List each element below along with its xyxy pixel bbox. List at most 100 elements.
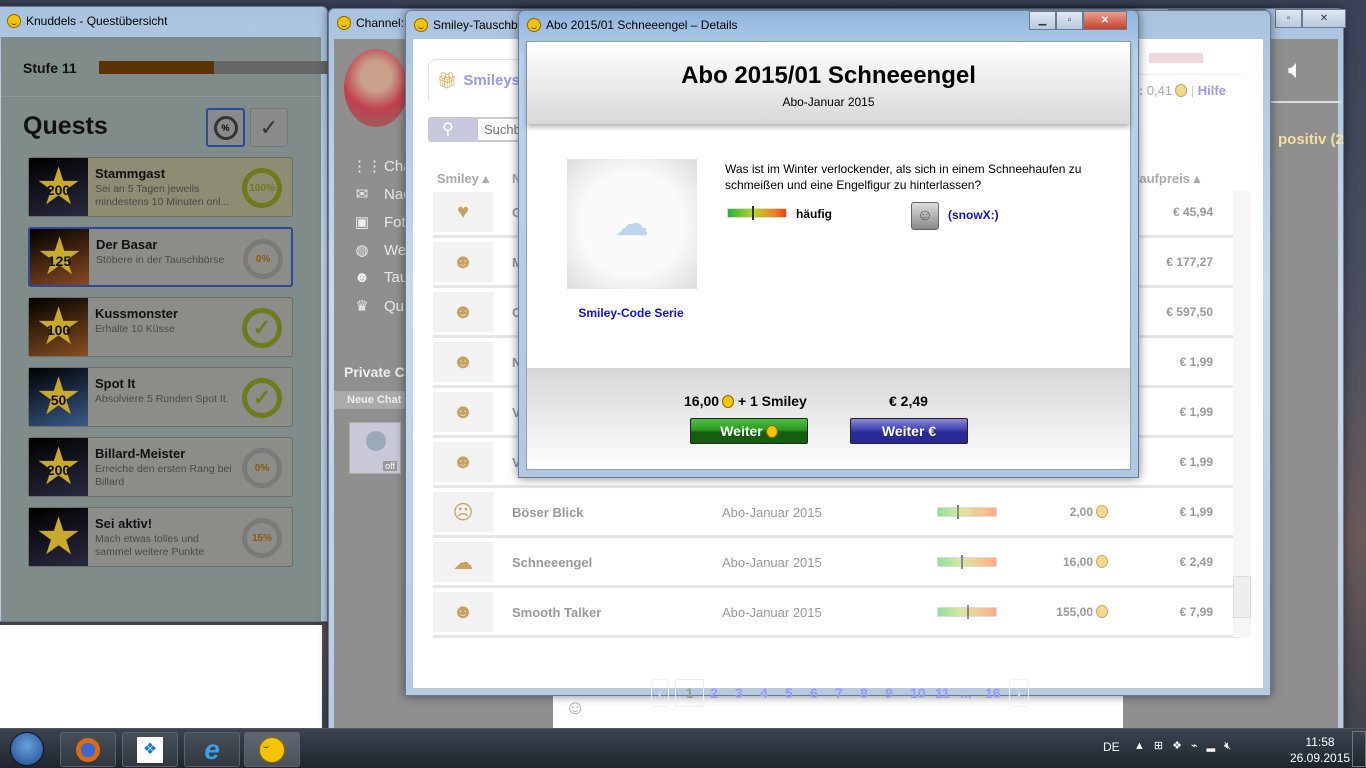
progress-ring: 0% bbox=[243, 239, 283, 279]
menu-label: Qu bbox=[384, 297, 405, 315]
volume-muted-icon[interactable]: 🔇︎ bbox=[1224, 740, 1240, 752]
column-smiley[interactable]: Smiley ▴ bbox=[437, 171, 489, 187]
minimize-button[interactable]: ▁ bbox=[1029, 11, 1056, 30]
scrollbar[interactable] bbox=[1233, 191, 1251, 637]
page-link[interactable]: 10 bbox=[910, 685, 926, 701]
windows-icon[interactable]: ⊞ bbox=[1154, 740, 1172, 752]
page-link[interactable]: 7 bbox=[835, 685, 843, 701]
smiley-picker-icon[interactable]: ☺ bbox=[565, 697, 585, 720]
taskbar-ie[interactable]: e bbox=[184, 732, 240, 767]
quest-badge: ★ 100 bbox=[29, 298, 88, 356]
power-icon[interactable]: ⌁ bbox=[1191, 740, 1207, 752]
feedback-text: positiv (2 bbox=[1278, 131, 1344, 148]
smiley-description: Was ist im Winter verlockender, als sich… bbox=[725, 162, 1082, 192]
star-icon: ★ bbox=[35, 508, 82, 566]
knuddel-coin-icon bbox=[1096, 605, 1108, 618]
quest-card[interactable]: ★ Sei aktiv! Mach etwas tolles und samme… bbox=[28, 507, 293, 567]
price-value: 16,00 bbox=[1062, 555, 1093, 569]
dropbox-tray-icon[interactable]: ❖ bbox=[1172, 740, 1191, 752]
tray-icons[interactable]: ▲⊞❖⌁▂🔇︎ bbox=[1134, 739, 1240, 753]
maximize-button[interactable]: ▫ bbox=[1056, 11, 1083, 30]
menu-item[interactable]: ✉ Nac bbox=[352, 185, 411, 204]
knuddel-coin-icon bbox=[1175, 84, 1188, 97]
page-link[interactable]: 6 bbox=[810, 685, 818, 701]
show-desktop-button[interactable] bbox=[1352, 731, 1366, 767]
new-chat-tab[interactable]: Neue Chat bbox=[334, 391, 414, 409]
knuddel-coin-icon bbox=[765, 425, 778, 438]
ie-icon: e bbox=[204, 733, 220, 765]
series-link[interactable]: Smiley-Code Serie bbox=[527, 306, 735, 320]
contact-avatar[interactable]: off bbox=[349, 422, 401, 474]
help-link[interactable]: Hilfe bbox=[1198, 83, 1226, 98]
menu-item[interactable]: ▣ Fot bbox=[352, 213, 406, 232]
show-hidden-icon[interactable]: ▲ bbox=[1134, 740, 1154, 752]
balance-display: el: 0,41 | Hilfe bbox=[1128, 83, 1226, 98]
quest-card[interactable]: ★ 125 Der Basar Stöbere in der Tauschbörs… bbox=[28, 227, 293, 287]
quest-points: 100 bbox=[46, 322, 71, 338]
quest-card[interactable]: ★ 100 Kussmonster Erhalte 10 Küsse ✓ bbox=[28, 297, 293, 357]
continue-knuddel-button[interactable]: Weiter bbox=[690, 418, 808, 444]
page-link[interactable]: 3 bbox=[735, 685, 743, 701]
quest-title: Sei aktiv! bbox=[95, 516, 153, 531]
offline-badge: off bbox=[383, 461, 397, 471]
progress-ring: 15% bbox=[242, 518, 282, 558]
clock[interactable]: 11:58 26.09.2015 bbox=[1290, 734, 1350, 766]
window-title: Knuddels - Questübersicht bbox=[26, 14, 168, 28]
taskbar-dropbox[interactable]: ❖ bbox=[122, 732, 178, 767]
table-row[interactable]: ☻ Smooth Talker Abo-Januar 2015 155,00 € … bbox=[433, 588, 1241, 638]
quest-card[interactable]: ★ 200 Stammgast Sei an 5 Tagen jeweils mi… bbox=[28, 157, 293, 217]
quest-card[interactable]: ★ 50 Spot It Absolviere 5 Runden Spot It.… bbox=[28, 367, 293, 427]
table-row[interactable]: ☹ Böser Blick Abo-Januar 2015 2,00 € 1,99 bbox=[433, 488, 1241, 538]
speaker-icon[interactable]: 🔈︎ bbox=[1288, 54, 1304, 86]
page-link[interactable]: 11 bbox=[935, 685, 950, 701]
knuddel-coin-icon bbox=[1096, 505, 1108, 518]
quest-title: Billard-Meister bbox=[95, 446, 186, 461]
continue-euro-button[interactable]: Weiter € bbox=[850, 418, 968, 444]
frequency-bar bbox=[937, 555, 997, 569]
quest-points: 50 bbox=[50, 392, 67, 408]
menu-item[interactable]: ⋮⋮ Cha bbox=[352, 157, 412, 176]
dialog-heading: Abo 2015/01 Schneeengel bbox=[681, 62, 976, 89]
page-link[interactable]: ... bbox=[960, 685, 972, 701]
blank-panel bbox=[0, 625, 322, 728]
quest-card[interactable]: ★ 200 Billard-Meister Erreiche den ersten… bbox=[28, 437, 293, 497]
purchase-price: € 2,49 bbox=[1179, 555, 1213, 569]
close-button[interactable]: ✕ bbox=[1083, 11, 1127, 30]
language-indicator[interactable]: DE bbox=[1103, 740, 1120, 754]
page-link[interactable]: 2 bbox=[710, 685, 718, 701]
page-link[interactable]: 4 bbox=[760, 685, 768, 701]
filter-progress-button[interactable]: % bbox=[206, 108, 245, 147]
check-icon: ✓ bbox=[242, 308, 282, 348]
close-button-2[interactable]: ✕ bbox=[1302, 9, 1346, 28]
start-button[interactable] bbox=[10, 732, 44, 766]
taskbar-knuddels[interactable] bbox=[244, 732, 300, 767]
filter-done-button[interactable]: ✓ bbox=[250, 108, 288, 147]
page-link[interactable]: 5 bbox=[785, 685, 793, 701]
grid-icon: ⋮⋮ bbox=[352, 158, 382, 175]
menu-item[interactable]: ☻ Tau bbox=[352, 269, 408, 286]
quest-description: Erreiche den ersten Rang bei Billard bbox=[95, 463, 232, 488]
prev-page-button[interactable]: ‹ bbox=[651, 679, 669, 707]
page-link[interactable]: 8 bbox=[860, 685, 868, 701]
page-link[interactable]: 9 bbox=[885, 685, 893, 701]
dropbox-icon: ❖ bbox=[137, 736, 163, 763]
taskbar-firefox[interactable] bbox=[60, 732, 116, 767]
maximize-button-2[interactable]: ▫ bbox=[1275, 9, 1302, 28]
table-row[interactable]: ☁ Schneeengel Abo-Januar 2015 16,00 € 2,4… bbox=[433, 538, 1241, 588]
search-icon[interactable]: ⚲ bbox=[442, 119, 454, 139]
smiley-thumbnail: ☻ bbox=[433, 442, 493, 482]
smiley-thumbnail: ☻ bbox=[433, 292, 493, 332]
smiley-category: Abo-Januar 2015 bbox=[722, 505, 822, 520]
page-link[interactable]: 16 bbox=[985, 685, 1001, 701]
menu-item[interactable]: ♛ Qu bbox=[352, 297, 405, 316]
menu-item[interactable]: ◍ We bbox=[352, 241, 406, 260]
network-icon[interactable]: ▂ bbox=[1207, 740, 1224, 752]
purchase-price: € 1,99 bbox=[1179, 505, 1213, 519]
column-kaufpreis[interactable]: Kaufpreis ▴ bbox=[1130, 171, 1200, 187]
tab-smileys[interactable]: 🎁︎ Smileys bbox=[428, 59, 528, 101]
dialog-subheading: Abo-Januar 2015 bbox=[782, 95, 875, 109]
user-avatar[interactable] bbox=[344, 49, 408, 127]
next-page-button[interactable]: › bbox=[1009, 679, 1029, 707]
smiley-code-icon: ☺ bbox=[911, 202, 939, 230]
euro-icon: € bbox=[928, 423, 937, 439]
